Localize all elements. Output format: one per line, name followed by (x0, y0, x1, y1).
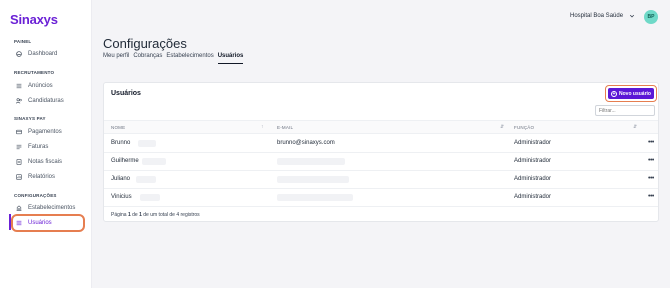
invoice-icon (16, 144, 22, 150)
sidebar-item-notas-fiscais[interactable]: Notas fiscais (16, 157, 62, 167)
list-icon (16, 83, 22, 89)
sidebar-item-estabelecimentos[interactable]: Estabelecimentos (16, 203, 75, 213)
chevron-down-icon (629, 14, 635, 18)
card-title: Usuários (111, 90, 141, 97)
new-user-label: Novo usuário (619, 90, 651, 97)
top-bar: Hospital Boa Saúde BP (92, 0, 670, 34)
people-icon (16, 98, 22, 104)
user-name: Juliano (111, 176, 131, 182)
building-icon (16, 205, 22, 211)
table-row[interactable]: Brunno brunno@sinaxys.com Administrador … (104, 135, 658, 153)
redacted-text (142, 158, 166, 165)
section-configuracoes: CONFIGURAÇÕES (14, 193, 57, 198)
current-page: 1 (127, 212, 131, 218)
user-role: Administrador (514, 158, 552, 164)
column-email[interactable]: E-MAIL (277, 125, 293, 130)
hospital-name: Hospital Boa Saúde (570, 13, 624, 19)
sidebar-item-relatorios[interactable]: Relatórios (16, 172, 55, 182)
tab-meu-perfil[interactable]: Meu perfil (103, 53, 129, 64)
sidebar-item-label: Relatórios (28, 174, 56, 180)
column-role[interactable]: FUNÇÃO (514, 125, 534, 130)
sort-icon[interactable]: ⇵ (633, 124, 637, 130)
more-icon[interactable]: ••• (648, 175, 654, 182)
report-icon (16, 174, 22, 180)
sidebar-item-label: Notas fiscais (28, 159, 63, 165)
sidebar-item-dashboard[interactable]: Dashboard (16, 49, 57, 59)
sidebar-item-label: Estabelecimentos (28, 205, 76, 211)
tabs: Meu perfil Cobranças Estabelecimentos Us… (103, 53, 244, 64)
filter-input[interactable] (595, 105, 655, 116)
sort-icon[interactable]: ↑ (261, 124, 264, 130)
user-email: brunno@sinaxys.com (277, 140, 335, 146)
avatar[interactable]: BP (644, 10, 658, 24)
sidebar-item-label: Faturas (28, 144, 49, 150)
redacted-text (138, 140, 156, 147)
more-icon[interactable]: ••• (648, 139, 654, 146)
sidebar-item-anuncios[interactable]: Anúncios (16, 81, 53, 91)
sidebar-item-label: Dashboard (28, 51, 58, 57)
sidebar-item-pagamentos[interactable]: Pagamentos (16, 127, 62, 137)
total-pages: 1 (139, 212, 142, 218)
app-logo[interactable]: Sinaxys (10, 12, 58, 27)
redacted-text (136, 176, 156, 183)
pagination-info: Página 1 de 1 de um total de 4 registros (111, 212, 200, 218)
sidebar-item-candidaturas[interactable]: Candidaturas (16, 96, 64, 106)
column-name[interactable]: NOME (111, 125, 125, 130)
new-user-button[interactable]: + Novo usuário (608, 88, 654, 99)
redacted-email (277, 194, 353, 201)
user-name: Brunno (111, 140, 131, 146)
table-header: NOME ↑ E-MAIL ⇵ FUNÇÃO ⇵ (104, 120, 658, 134)
section-painel: PAINEL (14, 39, 32, 44)
table-row[interactable]: Guilherme Administrador ••• (104, 153, 658, 171)
more-icon[interactable]: ••• (648, 193, 654, 200)
section-sinaxys-pay: SINAXYS PAY (14, 116, 46, 121)
redacted-email (277, 176, 349, 183)
page-title: Configurações (103, 36, 187, 51)
dashboard-icon (16, 51, 22, 57)
pagination-suffix: de um total de 4 registros (143, 212, 200, 218)
payment-icon (16, 129, 22, 135)
sidebar: Sinaxys PAINEL Dashboard RECRUTAMENTO An… (0, 0, 92, 288)
document-icon (16, 159, 22, 165)
sidebar-item-usuarios[interactable]: Usuários (16, 218, 52, 228)
sidebar-item-label: Pagamentos (28, 129, 62, 135)
sidebar-item-label: Candidaturas (28, 98, 64, 104)
user-role: Administrador (514, 194, 552, 200)
more-icon[interactable]: ••• (648, 157, 654, 164)
pagination-of: de (132, 212, 138, 218)
pagination-prefix: Página (111, 212, 127, 218)
users-icon (16, 220, 22, 226)
user-role: Administrador (514, 140, 552, 146)
users-card: Usuários + Novo usuário NOME ↑ E-MAIL ⇵ … (103, 82, 659, 222)
tab-cobrancas[interactable]: Cobranças (133, 53, 162, 64)
sort-icon[interactable]: ⇵ (500, 124, 504, 130)
user-role: Administrador (514, 176, 552, 182)
plus-icon: + (611, 90, 618, 97)
sidebar-item-label: Usuários (28, 220, 52, 226)
sidebar-item-faturas[interactable]: Faturas (16, 142, 48, 152)
sidebar-item-label: Anúncios (28, 83, 53, 89)
table-row[interactable]: Vinicius Administrador ••• (104, 189, 658, 207)
redacted-email (277, 158, 345, 165)
redacted-text (140, 194, 160, 201)
table-row[interactable]: Juliano Administrador ••• (104, 171, 658, 189)
hospital-selector[interactable]: Hospital Boa Saúde (570, 13, 635, 19)
tab-usuarios[interactable]: Usuários (217, 53, 244, 64)
user-name: Guilherme (111, 158, 139, 164)
user-name: Vinicius (111, 194, 132, 200)
section-recrutamento: RECRUTAMENTO (14, 70, 55, 75)
tab-estabelecimentos[interactable]: Estabelecimentos (166, 53, 213, 64)
